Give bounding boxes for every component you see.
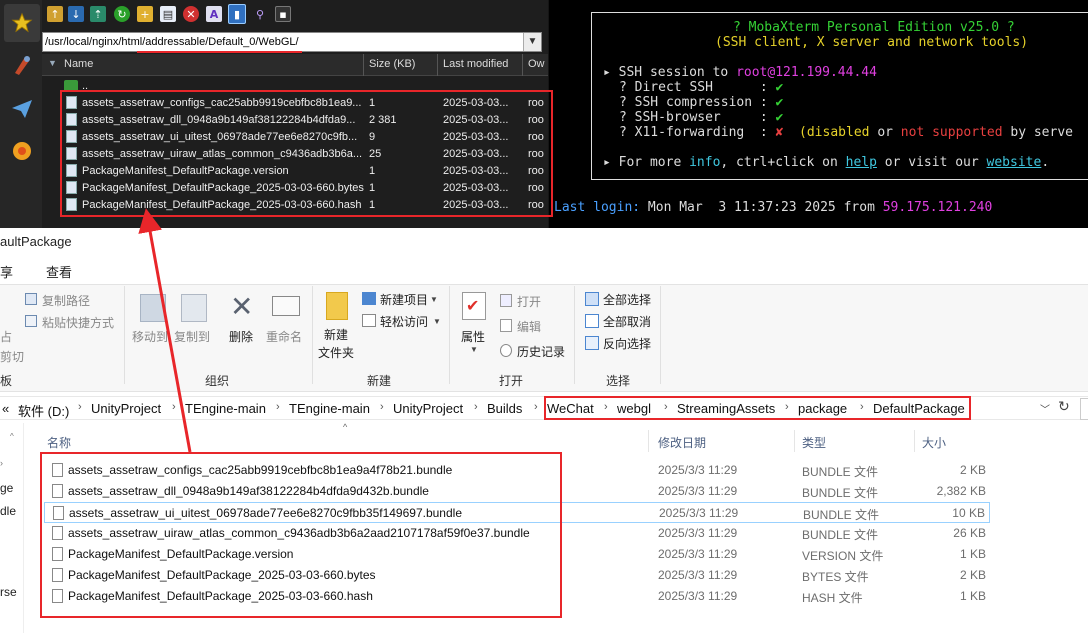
annotation-arrow (138, 208, 192, 453)
